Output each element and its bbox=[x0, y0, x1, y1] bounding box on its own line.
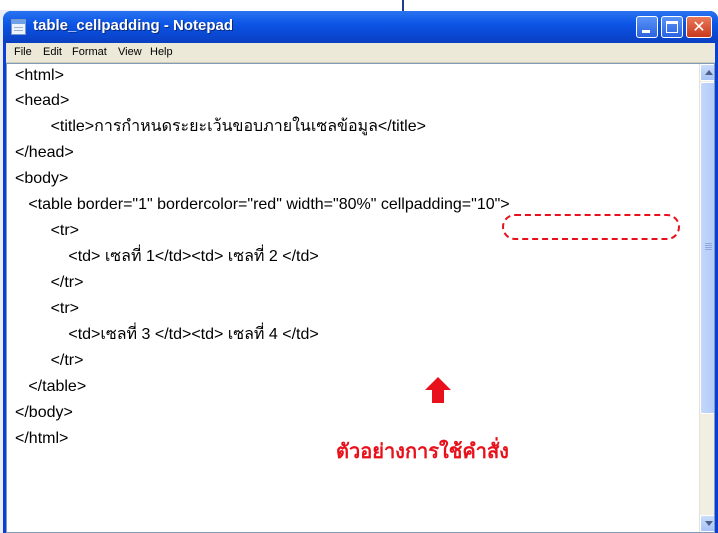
code-line: </table> bbox=[15, 378, 87, 395]
code-line: <html> bbox=[15, 67, 64, 84]
code-line: <title>การกำหนดระยะเว้นขอบภายในเซลข้อมูล… bbox=[15, 118, 426, 135]
minimize-icon bbox=[642, 30, 650, 33]
menu-edit[interactable]: Edit bbox=[43, 46, 62, 58]
code-line: </head> bbox=[15, 144, 74, 161]
code-line: <table border="1" bordercolor="red" widt… bbox=[15, 196, 510, 213]
code-line: </tr> bbox=[15, 274, 84, 291]
arrow-up-icon bbox=[425, 377, 451, 403]
code-line: <tr> bbox=[15, 300, 80, 317]
menu-help[interactable]: Help bbox=[150, 46, 173, 58]
close-button[interactable]: ✕ bbox=[686, 16, 712, 38]
menu-file[interactable]: File bbox=[14, 46, 32, 58]
code-line: <head> bbox=[15, 92, 70, 109]
title-bar[interactable]: table_cellpadding - Notepad ✕ bbox=[3, 11, 718, 43]
maximize-icon bbox=[666, 21, 678, 33]
vertical-scrollbar[interactable] bbox=[699, 64, 714, 532]
code-line: <td> เซลที่ 1</td><td> เซลที่ 2 </td> bbox=[15, 248, 319, 265]
desktop-top-gap bbox=[0, 0, 718, 10]
menu-view[interactable]: View bbox=[118, 46, 142, 58]
code-line: <td>เซลที่ 3 </td><td> เซลที่ 4 </td> bbox=[15, 326, 319, 343]
scroll-up-button[interactable] bbox=[700, 64, 714, 81]
scroll-thumb[interactable] bbox=[700, 82, 714, 414]
notepad-icon[interactable] bbox=[11, 19, 26, 35]
close-icon: ✕ bbox=[692, 17, 706, 36]
code-line: </html> bbox=[15, 430, 69, 447]
menu-bar: File Edit Format View Help bbox=[6, 43, 715, 63]
annotation-text: ตัวอย่างการใช้คำสั่ง bbox=[336, 439, 509, 463]
code-line: </tr> bbox=[15, 352, 84, 369]
text-editor[interactable]: <html> <head> <title>การกำหนดระยะเว้นขอบ… bbox=[6, 63, 715, 533]
scroll-down-button[interactable] bbox=[700, 515, 714, 532]
notepad-window: table_cellpadding - Notepad ✕ File Edit … bbox=[3, 11, 718, 533]
highlight-cellpadding bbox=[502, 214, 680, 240]
window-title: table_cellpadding - Notepad bbox=[33, 17, 234, 34]
grip-icon bbox=[705, 243, 712, 244]
code-line: </body> bbox=[15, 404, 73, 421]
minimize-button[interactable] bbox=[636, 16, 658, 38]
code-line: <tr> bbox=[15, 222, 80, 239]
maximize-button[interactable] bbox=[661, 16, 683, 38]
menu-format[interactable]: Format bbox=[72, 46, 107, 58]
code-line: <body> bbox=[15, 170, 69, 187]
